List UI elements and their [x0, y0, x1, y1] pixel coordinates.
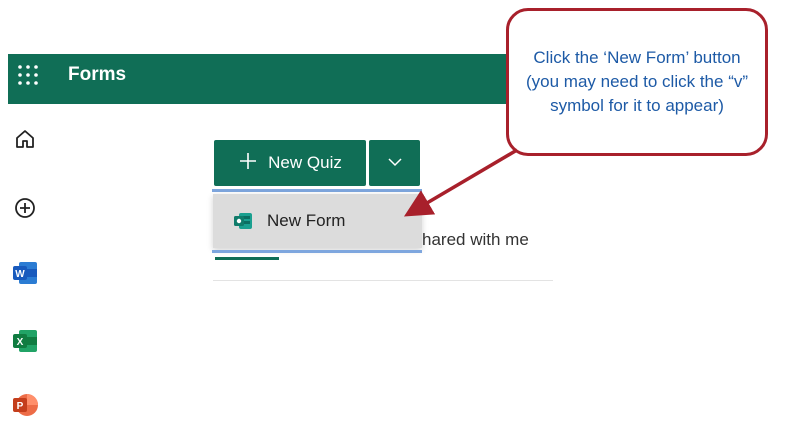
app-launcher-icon[interactable] — [16, 63, 40, 87]
tab-shared-with-me[interactable]: hared with me — [422, 230, 529, 250]
forms-icon — [233, 212, 253, 230]
excel-letter: X — [17, 337, 24, 348]
instruction-callout: Click the ‘New Form’ button (you may nee… — [506, 8, 768, 156]
excel-icon[interactable]: X — [8, 324, 42, 358]
page-top-area — [0, 0, 540, 50]
home-icon[interactable] — [8, 122, 42, 156]
content-divider — [213, 280, 553, 281]
powerpoint-icon[interactable]: P — [8, 388, 42, 422]
pointer-arrow — [403, 148, 518, 217]
app-header: Forms — [8, 54, 554, 104]
active-tab-underline — [215, 257, 279, 260]
word-letter: W — [15, 269, 25, 280]
instruction-text: Click the ‘New Form’ button (you may nee… — [525, 48, 749, 115]
new-form-label: New Form — [267, 211, 346, 230]
new-quiz-label: New Quiz — [268, 153, 342, 172]
dropdown-highlight-top — [212, 189, 422, 192]
left-rail: W X P — [0, 104, 50, 440]
new-quiz-button[interactable]: New Quiz — [214, 140, 366, 186]
plus-icon — [238, 151, 258, 176]
dropdown-highlight-bottom — [212, 250, 422, 253]
powerpoint-letter: P — [17, 401, 24, 412]
app-title[interactable]: Forms — [68, 64, 126, 86]
word-icon[interactable]: W — [8, 256, 42, 290]
add-circle-icon[interactable] — [8, 191, 42, 225]
dropdown-menu-item-new-form[interactable]: New Form — [213, 194, 422, 248]
